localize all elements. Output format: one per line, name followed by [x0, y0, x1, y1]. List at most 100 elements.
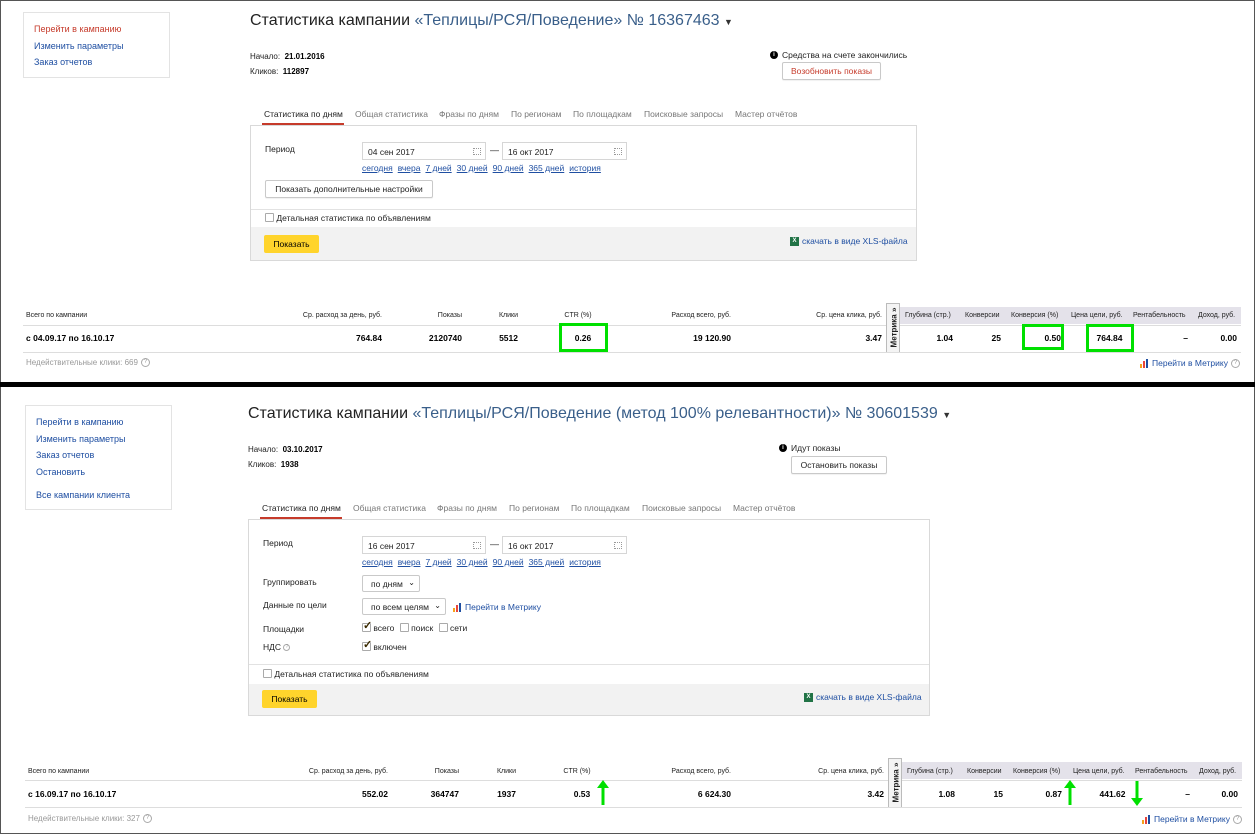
status-text: Идут показы	[791, 443, 841, 453]
quick-7-days[interactable]: 7 дней	[425, 163, 451, 173]
date-to-input[interactable]: 16 окт 2017	[502, 536, 627, 554]
help-icon[interactable]: ?	[142, 814, 152, 823]
stop-button[interactable]: Остановить показы	[791, 456, 887, 474]
group-select[interactable]: по дням ⌄	[362, 575, 420, 592]
tab-phrases-by-day[interactable]: Фразы по дням	[437, 503, 497, 513]
download-xls-label[interactable]: скачать в виде XLS-файла	[802, 236, 908, 246]
quick-30-days[interactable]: 30 дней	[457, 163, 488, 173]
col-total: Всего по кампании	[28, 768, 90, 775]
detail-stats-checkbox[interactable]	[263, 669, 272, 678]
places-all-checkbox[interactable]	[362, 619, 372, 632]
summary-total-spend: 19 120.90	[693, 333, 731, 343]
metrika-icon	[1140, 358, 1149, 368]
sidebar-link-stop[interactable]: Остановить	[36, 467, 85, 477]
tab-general-stats[interactable]: Общая статистика	[353, 503, 426, 513]
tab-report-wizard[interactable]: Мастер отчётов	[735, 109, 797, 119]
col-avg-cpc: Ср. цена клика, руб.	[816, 312, 882, 319]
quick-today[interactable]: сегодня	[362, 163, 393, 173]
help-icon[interactable]: ?	[140, 358, 150, 367]
sidebar-link-edit-params[interactable]: Изменить параметры	[34, 41, 123, 51]
metrika-label[interactable]: Метрика »	[890, 304, 899, 352]
quick-30-days[interactable]: 30 дней	[457, 557, 488, 567]
tab-general-stats[interactable]: Общая статистика	[355, 109, 428, 119]
metrika-link-form-label[interactable]: Перейти в Метрику	[465, 602, 541, 612]
campaign-name: «Теплицы/РСЯ/Поведение (метод 100% релев…	[412, 405, 841, 422]
start-date: Начало: 21.01.2016	[250, 52, 325, 61]
tab-search-queries[interactable]: Поисковые запросы	[642, 503, 721, 513]
sidebar-link-order-reports[interactable]: Заказ отчетов	[36, 450, 94, 460]
quick-7-days[interactable]: 7 дней	[425, 557, 451, 567]
quick-365-days[interactable]: 365 дней	[529, 163, 565, 173]
tab-report-wizard[interactable]: Мастер отчётов	[733, 503, 795, 513]
chevron-down-icon[interactable]: ▼	[724, 17, 733, 27]
quick-365-days[interactable]: 365 дней	[529, 557, 565, 567]
metrika-icon	[453, 602, 462, 612]
goal-select[interactable]: по всем целям ⌄	[362, 598, 446, 615]
more-settings-button[interactable]: Показать дополнительные настройки	[265, 180, 433, 198]
quick-90-days[interactable]: 90 дней	[493, 163, 524, 173]
metrika-toggle[interactable]: Метрика »	[886, 303, 900, 353]
quick-history[interactable]: история	[569, 557, 601, 567]
download-xls-link[interactable]: X скачать в виде XLS-файла	[804, 692, 922, 702]
metrika-link-label[interactable]: Перейти в Метрику	[1152, 358, 1228, 368]
places-search-checkbox[interactable]	[399, 623, 409, 632]
help-icon[interactable]: ?	[283, 644, 291, 651]
places-networks-checkbox[interactable]	[438, 623, 448, 632]
invalid-clicks-text: Недействительные клики: 669	[26, 358, 138, 367]
col-goal-cost: Цена цели, руб.	[1071, 312, 1123, 319]
detail-stats-checkbox[interactable]	[265, 213, 274, 222]
date-to-input[interactable]: 16 окт 2017	[502, 142, 627, 160]
tab-stats-by-day[interactable]: Статистика по дням	[262, 503, 341, 513]
tab-phrases-by-day[interactable]: Фразы по дням	[439, 109, 499, 119]
sidebar-link-order-reports[interactable]: Заказ отчетов	[34, 57, 92, 67]
detail-stats-checkbox-row[interactable]: Детальная статистика по объявлениям	[263, 669, 429, 679]
panel-separator	[251, 209, 916, 210]
calendar-icon[interactable]	[614, 148, 622, 155]
page-title-bottom: Статистика кампании «Теплицы/РСЯ/Поведен…	[248, 405, 951, 423]
tab-by-placement[interactable]: По площадкам	[571, 503, 630, 513]
sidebar-link-go-to-campaign[interactable]: Перейти в кампанию	[36, 417, 123, 427]
places-all-label: всего	[373, 623, 395, 633]
tab-stats-by-day[interactable]: Статистика по дням	[264, 109, 343, 119]
summary-period: с 16.09.17 по 16.10.17	[28, 789, 117, 799]
chevron-down-icon[interactable]: ▼	[942, 410, 951, 420]
metrika-link[interactable]: Перейти в Метрику ?	[1142, 814, 1242, 824]
campaign-number[interactable]: № 30601539	[845, 405, 938, 422]
show-button[interactable]: Показать	[264, 235, 319, 253]
tab-by-placement[interactable]: По площадкам	[573, 109, 632, 119]
quick-yesterday[interactable]: вчера	[398, 557, 421, 567]
detail-stats-label: Детальная статистика по объявлениям	[276, 213, 431, 223]
summary-bottom-line	[25, 807, 1242, 808]
campaign-number[interactable]: № 16367463	[627, 12, 720, 29]
sidebar-link-edit-params[interactable]: Изменить параметры	[36, 434, 125, 444]
col-total-spend: Расход всего, руб.	[671, 768, 731, 775]
metrika-toggle[interactable]: Метрика »	[888, 758, 902, 808]
download-xls-label[interactable]: скачать в виде XLS-файла	[816, 692, 922, 702]
summary-depth: 1.08	[938, 789, 955, 799]
metrika-link-label[interactable]: Перейти в Метрику	[1154, 814, 1230, 824]
calendar-icon[interactable]	[473, 542, 481, 549]
date-from-input[interactable]: 04 сен 2017	[362, 142, 486, 160]
quick-history[interactable]: история	[569, 163, 601, 173]
date-from-input[interactable]: 16 сен 2017	[362, 536, 486, 554]
sidebar-link-all-client-campaigns[interactable]: Все кампании клиента	[36, 490, 130, 500]
calendar-icon[interactable]	[614, 542, 622, 549]
download-xls-link[interactable]: X скачать в виде XLS-файла	[790, 236, 908, 246]
resume-button[interactable]: Возобновить показы	[782, 62, 881, 80]
tab-by-region[interactable]: По регионам	[509, 503, 560, 513]
show-button[interactable]: Показать	[262, 690, 317, 708]
tab-search-queries[interactable]: Поисковые запросы	[644, 109, 723, 119]
sidebar-link-go-to-campaign[interactable]: Перейти в кампанию	[34, 24, 121, 34]
metrika-link-form[interactable]: Перейти в Метрику	[453, 602, 541, 612]
tab-by-region[interactable]: По регионам	[511, 109, 562, 119]
quick-90-days[interactable]: 90 дней	[493, 557, 524, 567]
quick-today[interactable]: сегодня	[362, 557, 393, 567]
help-icon[interactable]: ?	[1230, 358, 1240, 368]
quick-yesterday[interactable]: вчера	[398, 163, 421, 173]
metrika-label[interactable]: Метрика »	[892, 759, 901, 807]
vat-checkbox[interactable]	[362, 638, 372, 651]
detail-stats-checkbox-row[interactable]: Детальная статистика по объявлениям	[265, 213, 431, 223]
metrika-link[interactable]: Перейти в Метрику ?	[1140, 358, 1240, 368]
calendar-icon[interactable]	[473, 148, 481, 155]
help-icon[interactable]: ?	[1232, 814, 1242, 824]
